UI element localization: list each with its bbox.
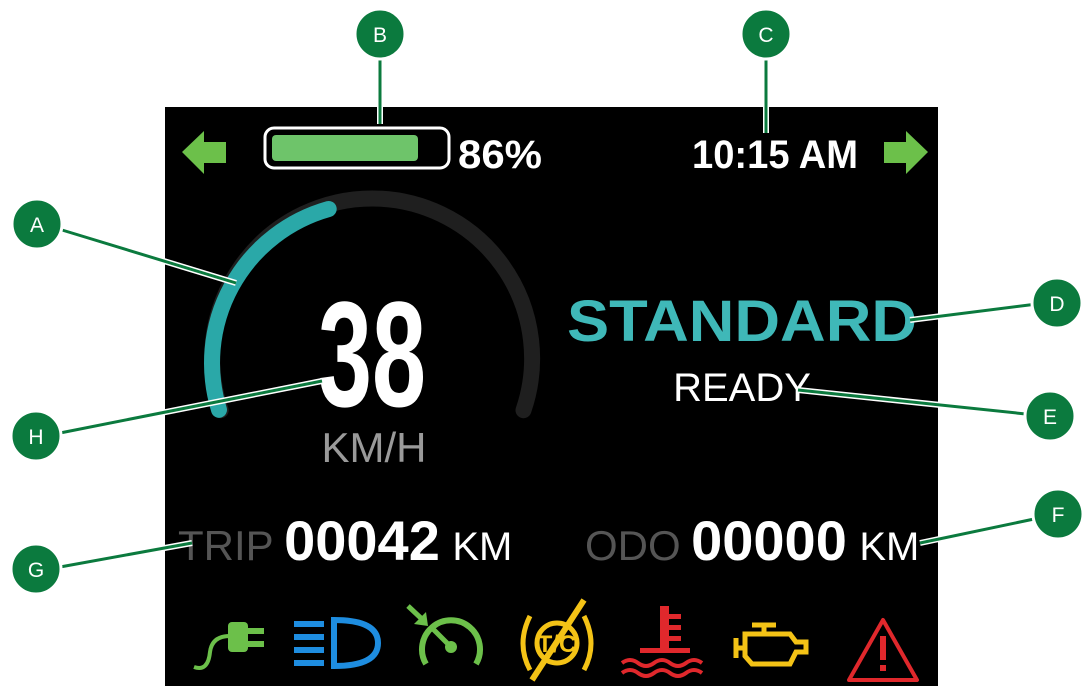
- callout-h-label: H: [28, 426, 43, 449]
- svg-text:T/C: T/C: [538, 631, 577, 658]
- callout-h: H: [9, 409, 63, 463]
- callout-c-label: C: [758, 24, 773, 47]
- dashboard-screen: [165, 107, 938, 686]
- callout-a-label: A: [30, 214, 44, 237]
- trip-value: 00042: [284, 509, 440, 572]
- odo-value: 00000: [691, 509, 847, 572]
- callout-f-label: F: [1052, 504, 1065, 527]
- speed-value: 38: [318, 270, 426, 438]
- callout-c: C: [739, 7, 793, 61]
- battery-fill: [272, 135, 418, 161]
- callout-g: G: [9, 542, 63, 596]
- callout-b-label: B: [373, 24, 387, 47]
- status-text: READY: [673, 366, 811, 410]
- speed-unit: KM/H: [322, 424, 427, 471]
- battery-percent: 86%: [458, 133, 542, 177]
- callout-f: F: [1031, 487, 1085, 541]
- callout-e-label: E: [1043, 406, 1057, 429]
- callout-e: E: [1023, 389, 1077, 443]
- callout-d: D: [1030, 276, 1084, 330]
- clock-time: 10:15 AM: [692, 133, 858, 177]
- odo-unit: KM: [859, 525, 919, 569]
- callout-d-label: D: [1049, 293, 1064, 316]
- callout-b: B: [353, 7, 407, 61]
- drive-mode: STANDARD: [567, 289, 917, 354]
- callout-g-label: G: [28, 559, 44, 582]
- trip-unit: KM: [452, 525, 512, 569]
- odo-label: ODO: [585, 522, 681, 569]
- callout-a: A: [10, 197, 64, 251]
